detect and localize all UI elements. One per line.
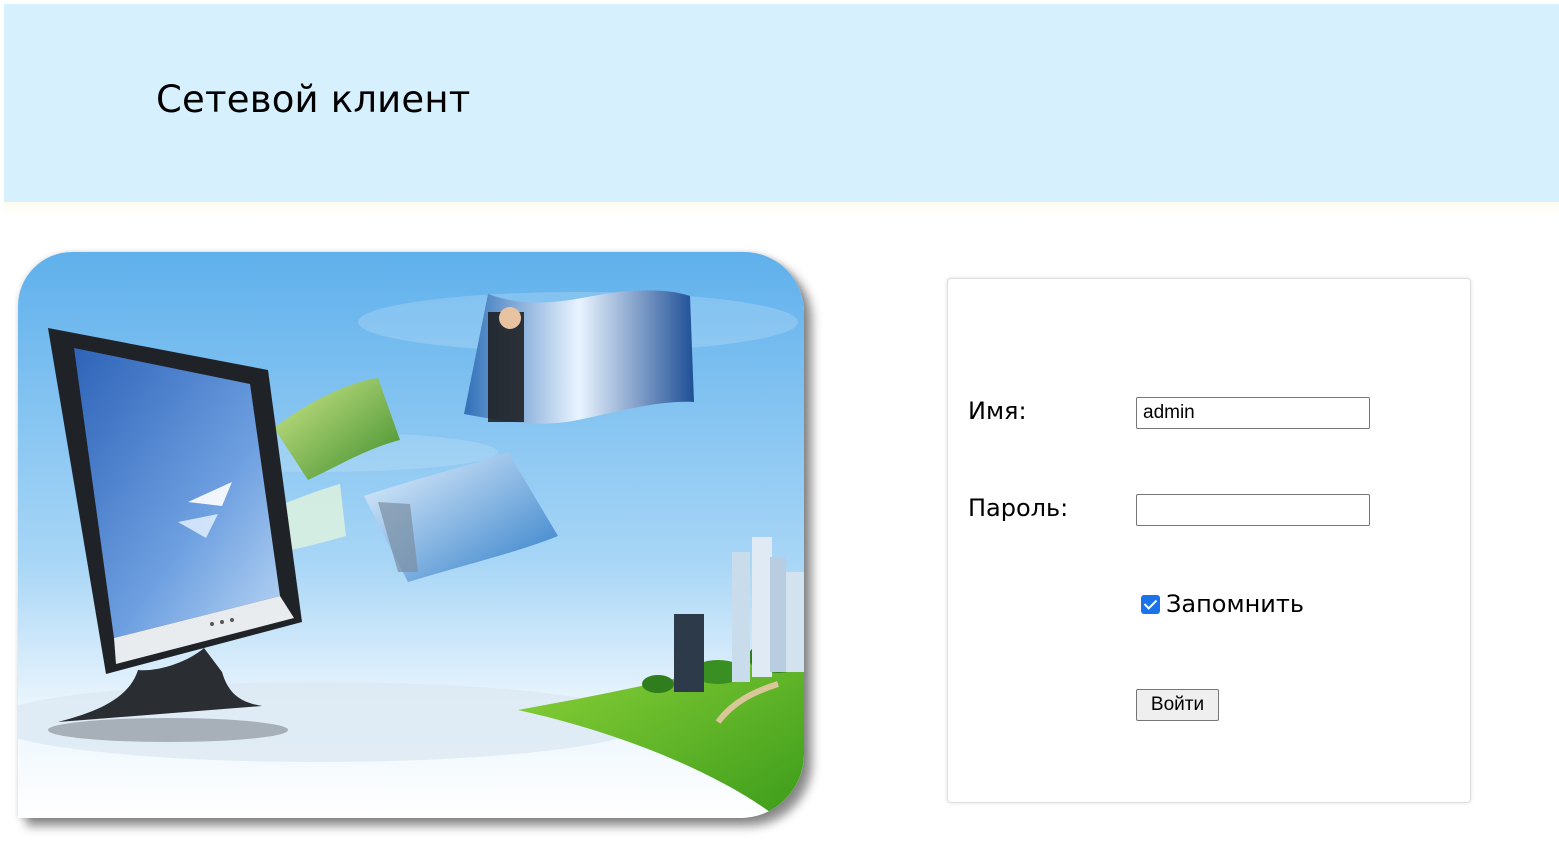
- remember-checkbox[interactable]: [1141, 594, 1160, 614]
- header-divider: [4, 202, 1559, 218]
- password-input[interactable]: [1136, 494, 1370, 526]
- remember-me-option[interactable]: Запомнить: [1141, 590, 1304, 618]
- password-label: Пароль:: [968, 494, 1069, 522]
- monitor-illustration: [18, 252, 804, 818]
- login-button[interactable]: Войти: [1136, 689, 1219, 721]
- remember-label: Запомнить: [1166, 590, 1304, 618]
- username-input[interactable]: [1136, 397, 1370, 429]
- login-panel: Имя: Пароль: Запомнить Войти: [947, 278, 1471, 803]
- username-label: Имя:: [968, 397, 1027, 425]
- page-title: Сетевой клиент: [156, 78, 471, 121]
